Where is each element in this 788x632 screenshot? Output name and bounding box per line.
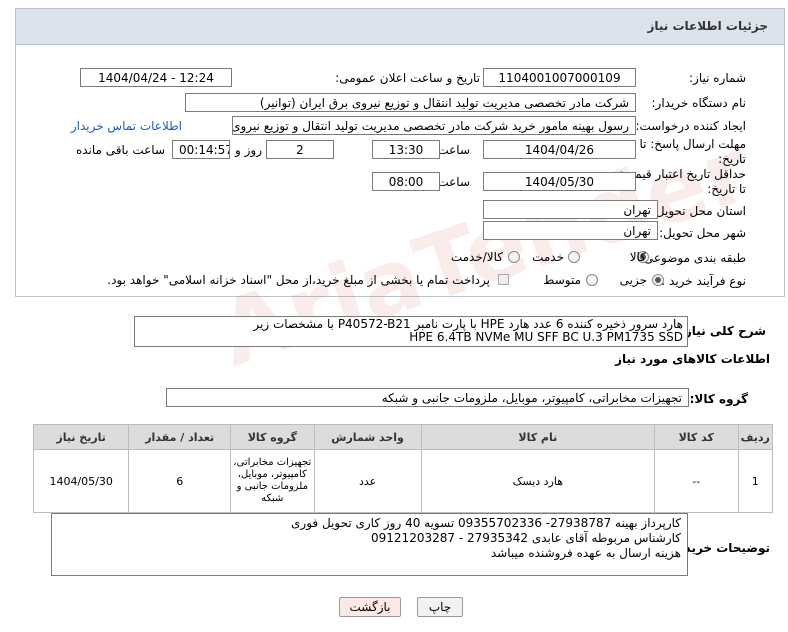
buyer-notes-line-1: کارپرداز بهینه 27938787- 09355702336 تسو… <box>291 516 681 530</box>
cell-date: 1404/05/30 <box>32 449 130 513</box>
panel-header: جزئیات اطلاعات نیاز <box>15 8 785 44</box>
city-field: تهران <box>483 221 658 240</box>
cell-unit: عدد <box>313 449 422 513</box>
table-header-row: ردیف کد کالا نام کالا واحد شمارش گروه کا… <box>32 424 774 450</box>
cell-group: تجهیزات مخابراتی، کامپیوتر، موبایل، ملزو… <box>230 449 315 513</box>
need-number-label: شماره نیاز: <box>689 71 746 85</box>
payment-checkbox[interactable] <box>498 274 509 285</box>
goods-group-label: گروه کالا: <box>689 392 748 406</box>
print-button[interactable]: چاپ <box>417 597 463 617</box>
process-radio-medium[interactable] <box>586 274 598 286</box>
category-option-service: خدمت <box>532 250 564 264</box>
cell-name: هارد دیسک <box>420 449 656 513</box>
process-option-minor: جزیی <box>619 273 647 287</box>
price-time-field: 08:00 <box>372 172 440 191</box>
buyer-notes-line-3: هزینه ارسال به عهده فروشنده میباشد <box>490 546 681 560</box>
process-label: نوع فرآیند خرید : <box>661 274 746 288</box>
col-row: ردیف <box>737 424 774 450</box>
cell-qty: 6 <box>128 449 232 513</box>
buyer-contact-link[interactable]: اطلاعات تماس خریدار <box>71 119 182 133</box>
process-option-medium: متوسط <box>543 273 581 287</box>
col-group: گروه کالا <box>230 424 315 450</box>
col-name: نام کالا <box>420 424 656 450</box>
price-date-field: 1404/05/30 <box>483 172 636 191</box>
reply-time-field: 13:30 <box>372 140 440 159</box>
summary-textarea[interactable]: هارد سرور ذخیره کننده 6 عدد هارد HPE با … <box>134 316 688 347</box>
category-radio-service[interactable] <box>568 251 580 263</box>
days-label: روز و <box>235 143 262 157</box>
category-option-both: کالا/خدمت <box>450 250 503 264</box>
table-row[interactable]: 1 -- هارد دیسک عدد تجهیزات مخابراتی، کام… <box>32 449 774 513</box>
cell-code: -- <box>654 449 739 513</box>
city-label: شهر محل تحویل: <box>659 226 746 240</box>
summary-label: شرح کلی نیاز: <box>680 324 766 338</box>
col-code: کد کالا <box>654 424 739 450</box>
payment-note: پرداخت تمام یا بخشی از مبلغ خرید،از محل … <box>107 273 490 287</box>
reply-time-label: ساعت <box>437 143 470 157</box>
category-radio-both[interactable] <box>508 251 520 263</box>
category-option-goods: کالا <box>629 250 646 264</box>
goods-table: ردیف کد کالا نام کالا واحد شمارش گروه کا… <box>32 424 774 513</box>
province-label: استان محل تحویل: <box>651 204 746 218</box>
announce-label: تاریخ و ساعت اعلان عمومی: <box>335 71 480 85</box>
goods-group-field: تجهیزات مخابراتی، کامپیوتر، موبایل، ملزو… <box>166 388 689 407</box>
page-title: جزئیات اطلاعات نیاز <box>647 19 768 33</box>
process-radio-minor[interactable] <box>652 274 664 286</box>
price-time-label: ساعت <box>437 175 470 189</box>
buyer-notes-textarea[interactable]: کارپرداز بهینه 27938787- 09355702336 تسو… <box>51 513 688 576</box>
days-field: 2 <box>266 140 334 159</box>
cell-row: 1 <box>737 449 774 513</box>
province-field: تهران <box>483 200 658 219</box>
buyer-notes-line-2: کارشناس مربوطه آقای عابدی 27935342 - 091… <box>371 531 681 545</box>
need-number-field: 1104001007000109 <box>483 68 636 87</box>
creator-label: ایجاد کننده درخواست: <box>635 119 746 133</box>
goods-section-title: اطلاعات کالاهای مورد نیاز <box>615 352 770 366</box>
col-qty: تعداد / مقدار <box>128 424 232 450</box>
category-label: طبقه بندی موضوعی: <box>639 251 746 265</box>
col-unit: واحد شمارش <box>313 424 422 450</box>
reply-date-field: 1404/04/26 <box>483 140 636 159</box>
summary-line-2: HPE 6.4TB NVMe MU SFF BC U.3 PM1735 SSD <box>409 330 683 344</box>
reply-deadline-label: مهلت ارسال پاسخ: تا تاریخ: <box>639 137 746 166</box>
col-date: تاریخ نیاز <box>32 424 130 450</box>
buyer-org-field: شرکت مادر تخصصی مدیریت تولید انتقال و تو… <box>185 93 636 112</box>
buyer-org-label: نام دستگاه خریدار: <box>651 96 747 110</box>
creator-field: رسول بهینه مامور خرید شرکت مادر تخصصی مد… <box>232 116 636 135</box>
announce-field: 1404/04/24 - 12:24 <box>80 68 232 87</box>
remaining-label: ساعت باقی مانده <box>75 143 165 157</box>
remaining-time-field: 00:14:57 <box>172 140 230 159</box>
back-button[interactable]: بازگشت <box>339 597 401 617</box>
